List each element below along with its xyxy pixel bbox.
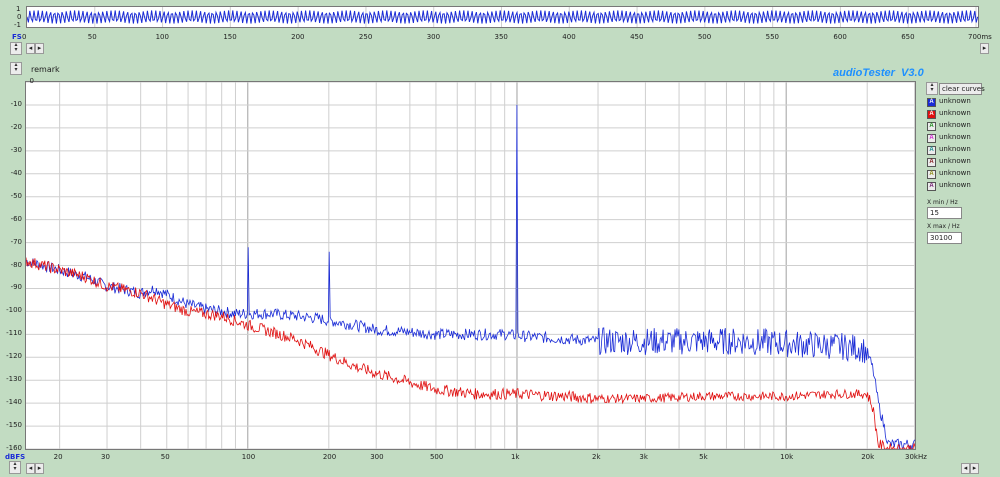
spectrum-x-tick: 100: [241, 453, 256, 461]
legend-spinner[interactable]: ▴ ▾: [926, 82, 938, 95]
spectrum-y-tick: -20: [10, 122, 22, 131]
waveform-scale-spinner[interactable]: ▴ ▾: [10, 42, 22, 55]
legend-label: unknown: [939, 97, 971, 105]
spectrum-series-red: [26, 257, 915, 449]
waveform-y-tick: 0: [17, 13, 22, 21]
spectrum-series-blue: [26, 104, 915, 449]
legend-label: unknown: [939, 181, 971, 189]
legend-label: unknown: [939, 169, 971, 177]
spectrum-y-tick: -100: [6, 306, 22, 315]
waveform-x-tick: 100: [155, 33, 169, 41]
legend-color-box[interactable]: A: [927, 122, 936, 131]
spectrum-y-tick: -150: [6, 421, 22, 430]
legend-label: unknown: [939, 157, 971, 165]
spectrum-y-unit: dBFS: [5, 453, 26, 461]
x-min-label: X min / Hz: [927, 199, 958, 206]
spectrum-y-tick: -130: [6, 375, 22, 384]
spectrum-y-tick: -70: [10, 237, 22, 246]
spectrum-scroll-left-button-right[interactable]: ◂: [961, 463, 970, 474]
spectrum-y-tick: -40: [10, 168, 22, 177]
legend-color-box[interactable]: A: [927, 134, 936, 143]
waveform-scroll-left-button[interactable]: ◂: [26, 43, 35, 54]
waveform-x-tick: 50: [87, 33, 97, 41]
waveform-panel: [26, 6, 979, 28]
legend-color-box[interactable]: A: [927, 158, 936, 167]
spectrum-y-tick: -160: [6, 444, 22, 452]
legend-color-box[interactable]: A: [927, 146, 936, 155]
spectrum-x-tick: 3k: [639, 453, 648, 461]
waveform-fs-label: FS: [12, 33, 22, 41]
waveform-x-tick: 350: [494, 33, 508, 41]
waveform-x-tick: 450: [630, 33, 644, 41]
spectrum-panel: [25, 81, 916, 450]
waveform-plot: [27, 7, 978, 27]
waveform-x-tick: 0: [22, 33, 27, 41]
waveform-scroll-right-button[interactable]: ▸: [35, 43, 44, 54]
spectrum-y-tick: 0: [29, 77, 34, 85]
x-min-input[interactable]: 15: [927, 207, 962, 219]
spectrum-plot: [26, 82, 915, 449]
waveform-x-tick: 250: [358, 33, 373, 41]
waveform-x-tick: 200: [291, 33, 305, 41]
legend-color-box[interactable]: A: [927, 182, 936, 191]
spectrum-y-tick: -140: [6, 398, 22, 407]
waveform-x-tick: 650: [901, 33, 915, 41]
legend-color-box[interactable]: A: [927, 170, 936, 179]
legend-label: unknown: [939, 145, 971, 153]
waveform-x-tick: 400: [562, 33, 576, 41]
spectrum-x-tick: 500: [429, 453, 444, 461]
spectrum-x-tick: 20k: [861, 453, 875, 461]
legend-color-box[interactable]: A: [927, 98, 936, 107]
spectrum-y-tick: -10: [10, 99, 22, 108]
waveform-x-tick: 300: [426, 33, 441, 41]
clear-curves-button[interactable]: clear curves: [939, 83, 985, 95]
spectrum-x-tick: 2k: [592, 453, 601, 461]
waveform-y-tick: 1: [16, 5, 21, 13]
remark-label: remark: [31, 65, 60, 74]
spectrum-y-tick: -50: [10, 191, 22, 200]
spectrum-y-tick: -30: [10, 145, 22, 154]
spectrum-x-tick: 300: [370, 453, 384, 461]
waveform-x-tick: 600: [833, 33, 847, 41]
spectrum-scroll-right-button-right[interactable]: ▸: [970, 463, 979, 474]
spectrum-y-tick: -120: [6, 352, 22, 361]
spectrum-scale-spinner[interactable]: ▴ ▾: [9, 461, 21, 474]
waveform-y-tick: -1: [14, 21, 21, 29]
legend-label: unknown: [939, 109, 971, 117]
waveform-x-tick: 150: [223, 33, 237, 41]
legend-label: unknown: [939, 133, 971, 141]
waveform-zoom-button[interactable]: ▸: [980, 43, 989, 54]
legend-label: unknown: [939, 121, 971, 129]
spectrum-x-tick: 200: [322, 453, 337, 461]
waveform-x-tick: 550: [765, 33, 780, 41]
remark-spinner[interactable]: ▴ ▾: [10, 62, 22, 75]
spectrum-x-tick: 50: [160, 453, 170, 461]
waveform-x-tick: 700ms: [968, 33, 992, 41]
spectrum-scroll-right-button[interactable]: ▸: [35, 463, 44, 474]
spectrum-x-tick: 30kHz: [905, 453, 927, 461]
spectrum-scroll-left-button[interactable]: ◂: [26, 463, 35, 474]
spectrum-x-tick: 1k: [510, 453, 520, 461]
spectrum-y-tick: -110: [6, 329, 22, 338]
legend-color-box[interactable]: A: [927, 110, 936, 119]
spectrum-x-tick: 5k: [699, 453, 708, 461]
spectrum-y-tick: -90: [10, 283, 22, 292]
clear-curves-label: clear curves: [942, 85, 985, 93]
x-max-label: X max / Hz: [927, 223, 960, 230]
spectrum-y-tick: -80: [10, 260, 22, 269]
spectrum-x-tick: 10k: [780, 453, 794, 461]
waveform-x-tick: 500: [697, 33, 712, 41]
spectrum-y-tick: -60: [10, 214, 22, 223]
spectrum-x-tick: 20: [53, 453, 63, 461]
app-title: audioTester V3.0: [833, 67, 924, 79]
x-max-input[interactable]: 30100: [927, 232, 962, 244]
spectrum-x-tick: 30: [101, 453, 110, 461]
